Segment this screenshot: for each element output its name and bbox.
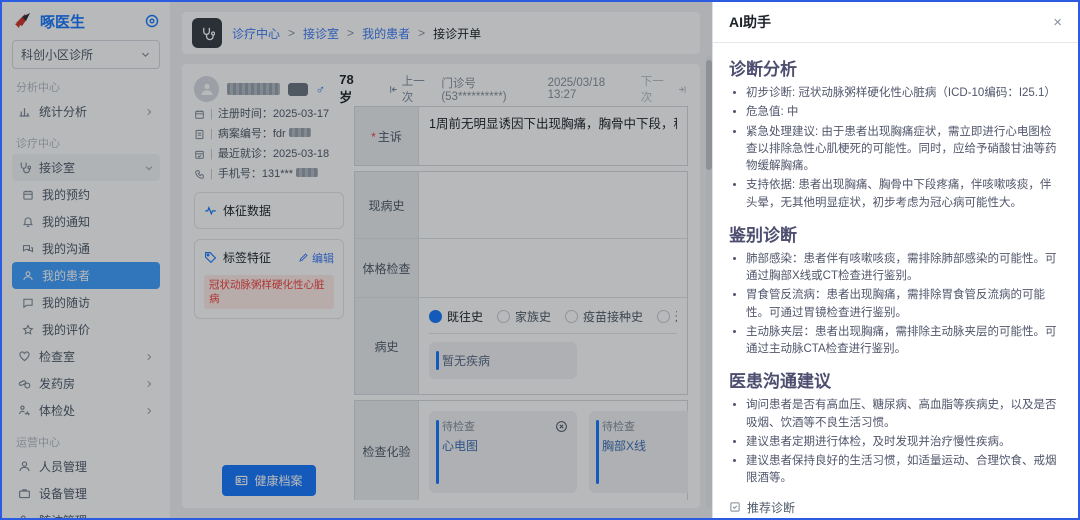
ai-panel-title: AI助手 bbox=[729, 12, 771, 32]
ai-bullet: 建议患者保持良好的生活习惯，如适量运动、合理饮食、戒烟限酒等。 bbox=[746, 453, 1062, 488]
ai-bullet: 肺部感染：患者伴有咳嗽咳痰，需排除肺部感染的可能性。可通过胸部X线或CT检查进行… bbox=[746, 251, 1062, 286]
ai-bullet: 危急值: 中 bbox=[746, 104, 1062, 121]
app-window: 啄医生 科创小区诊所 分析中心 统计分析 诊疗中心 接诊室 我的预约 bbox=[0, 0, 1080, 520]
ai-bullet: 询问患者是否有高血压、糖尿病、高血脂等疾病史，以及是否吸烟、饮酒等不良生活习惯。 bbox=[746, 397, 1062, 432]
checklist-icon bbox=[729, 501, 741, 513]
ai-bullet: 主动脉夹层：患者出现胸痛，需排除主动脉夹层的可能性。可通过主动脉CTA检查进行鉴… bbox=[746, 324, 1062, 359]
ai-section-heading: 诊断分析 bbox=[729, 55, 1062, 80]
ai-section-heading: 医患沟通建议 bbox=[729, 367, 1062, 392]
ai-communication-list: 询问患者是否有高血压、糖尿病、高血脂等疾病史，以及是否吸烟、饮酒等不良生活习惯。… bbox=[729, 397, 1062, 487]
ai-diagnosis-analysis-list: 初步诊断: 冠状动脉粥样硬化性心脏病（ICD-10编码：I25.1） 危急值: … bbox=[729, 85, 1062, 212]
recommended-diagnosis-header: 推荐诊断 bbox=[729, 499, 1062, 516]
ai-panel-content: 诊断分析 初步诊断: 冠状动脉粥样硬化性心脏病（ICD-10编码：I25.1） … bbox=[713, 43, 1078, 518]
ai-bullet: 胃食管反流病：患者出现胸痛，需排除胃食管反流病的可能性。可通过胃镜检查进行鉴别。 bbox=[746, 287, 1062, 322]
close-panel-icon[interactable]: × bbox=[1053, 15, 1062, 30]
ai-section-heading: 鉴别诊断 bbox=[729, 221, 1062, 246]
ai-bullet: 紧急处理建议: 由于患者出现胸痛症状，需立即进行心电图检查以排除急性心肌梗死的可… bbox=[746, 124, 1062, 176]
ai-bullet: 支持依据: 患者出现胸痛、胸骨中下段疼痛，伴咳嗽咳痰，伴头晕，无其他明显症状，初… bbox=[746, 177, 1062, 212]
ai-bullet: 建议患者定期进行体检，及时发现并治疗慢性疾病。 bbox=[746, 434, 1062, 451]
ai-assistant-panel: AI助手 × 诊断分析 初步诊断: 冠状动脉粥样硬化性心脏病（ICD-10编码：… bbox=[712, 2, 1078, 518]
ai-differential-list: 肺部感染：患者伴有咳嗽咳痰，需排除肺部感染的可能性。可通过胸部X线或CT检查进行… bbox=[729, 251, 1062, 359]
drawer-overlay-mask[interactable] bbox=[2, 2, 714, 518]
ai-bullet: 初步诊断: 冠状动脉粥样硬化性心脏病（ICD-10编码：I25.1） bbox=[746, 85, 1062, 102]
